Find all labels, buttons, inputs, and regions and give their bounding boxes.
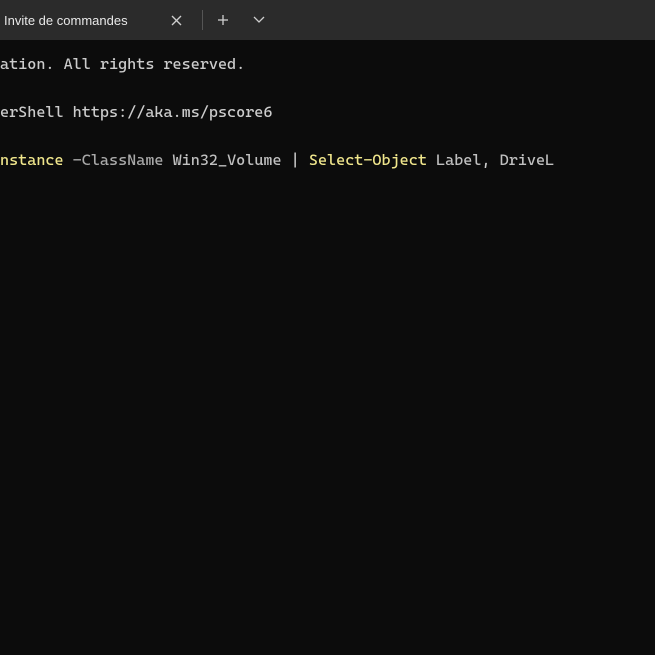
terminal-token: |: [291, 151, 300, 169]
terminal-line: [0, 124, 655, 148]
terminal-token: -ClassName: [73, 151, 164, 169]
terminal-token: Label: [436, 151, 481, 169]
terminal-token: [300, 151, 309, 169]
terminal-token: nstance: [0, 151, 64, 169]
close-icon: [171, 15, 182, 26]
terminal-output[interactable]: ation. All rights reserved. erShell http…: [0, 40, 655, 172]
terminal-token: [64, 151, 73, 169]
titlebar: Invite de commandes: [0, 0, 655, 40]
terminal-token: DriveL: [500, 151, 555, 169]
terminal-line: erShell https://aka.ms/pscore6: [0, 100, 655, 124]
terminal-line: nstance -ClassName Win32_Volume | Select…: [0, 148, 655, 172]
terminal-line: [0, 76, 655, 100]
terminal-token: [427, 151, 436, 169]
tab-title: Invite de commandes: [0, 13, 162, 28]
terminal-token: [282, 151, 291, 169]
plus-icon: [217, 14, 229, 26]
terminal-token: Win32_Volume: [173, 151, 282, 169]
close-tab-button[interactable]: [162, 6, 190, 34]
chevron-down-icon: [253, 16, 265, 24]
terminal-token: Select-Object: [309, 151, 427, 169]
new-tab-button[interactable]: [205, 0, 241, 40]
terminal-token: ,: [481, 151, 499, 169]
terminal-token: [164, 151, 173, 169]
tab-separator: [202, 10, 203, 30]
terminal-line: ation. All rights reserved.: [0, 52, 655, 76]
tab-dropdown-button[interactable]: [241, 0, 277, 40]
tab-command-prompt[interactable]: Invite de commandes: [0, 0, 200, 40]
